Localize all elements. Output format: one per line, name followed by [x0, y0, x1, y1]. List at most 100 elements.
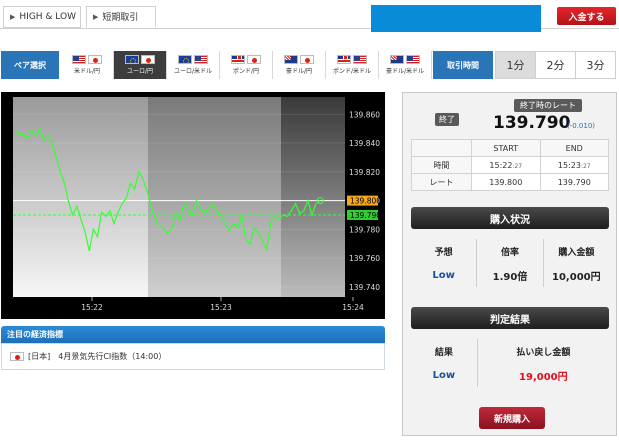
deposit-button[interactable]: 入金する [557, 7, 616, 25]
eu-flag-icon [125, 55, 139, 64]
pair-flags [72, 55, 102, 64]
jp-flag-icon [141, 55, 155, 64]
pair-label: 豪ドル/円 [285, 68, 313, 75]
pair-label: ポンド/米ドル [332, 68, 372, 75]
rate-row-label: レート [411, 173, 472, 191]
purchase-col-multiplier: 倍率 1.90倍 [477, 239, 544, 287]
time-row-label: 時間 [411, 156, 472, 174]
au-flag-icon [284, 55, 298, 64]
pair-label: ユーロ/米ドル [173, 68, 213, 75]
gb-flag-icon [337, 55, 351, 64]
gb-flag-icon [231, 55, 245, 64]
banner-area [371, 5, 541, 32]
pair-aud-jpy-button[interactable]: 豪ドル/円 [273, 51, 326, 79]
y-tick-label: 139.760 [349, 254, 380, 263]
purchase-status-grid: 予想 Low 倍率 1.90倍 購入金額 10,000円 [411, 239, 609, 287]
trade-result-panel: 終了 終了時のレート 139.790 (-0.010) START END 時間… [402, 92, 617, 436]
trade-time-label: 取引時間 [433, 51, 493, 79]
japan-flag-icon [10, 352, 24, 361]
pair-usd-jpy-button[interactable]: 米ドル/円 [61, 51, 114, 79]
pair-flags [337, 55, 367, 64]
chart-bg-past [13, 97, 148, 297]
payout-header: 払い戻し金額 [516, 347, 571, 358]
pair-aud-usd-button[interactable]: 豪ドル/米ドル [379, 51, 432, 79]
us-flag-icon [194, 55, 208, 64]
pair-flags [178, 55, 208, 64]
end-rate-tag-label: 139.790 [350, 211, 381, 220]
start-time-main: 15:22 [489, 160, 513, 170]
start-time: 15:22:27 [471, 156, 541, 174]
eu-flag-icon [178, 55, 192, 64]
pair-flags [231, 55, 261, 64]
end-rate: 139.790 [539, 173, 609, 191]
jp-flag-icon [88, 55, 102, 64]
pair-select-label: ペア選択 [1, 51, 59, 79]
tab-arrow-icon: ▶ [10, 13, 16, 21]
us-flag-icon [353, 55, 367, 64]
x-tick-label: 15:23 [210, 303, 232, 312]
time-1min-button[interactable]: 1分 [495, 51, 536, 79]
time-2min-button[interactable]: 2分 [535, 51, 576, 79]
pair-gbp-usd-button[interactable]: ポンド/米ドル [326, 51, 379, 79]
y-tick-label: 139.860 [349, 110, 380, 119]
tab-arrow-icon: ▶ [93, 12, 99, 21]
status-badge: 終了 [435, 113, 459, 126]
start-time-sec: :27 [512, 162, 523, 170]
amount-header: 購入金額 [558, 247, 595, 258]
purchase-status-header: 購入状況 [411, 207, 609, 229]
multiplier-header: 倍率 [500, 247, 519, 258]
table-corner [411, 139, 472, 157]
pair-flags [125, 55, 155, 64]
pair-label: 米ドル/円 [73, 68, 101, 75]
end-time-main: 15:23 [557, 160, 581, 170]
end-time-sec: :27 [580, 162, 591, 170]
chart-bg-future [281, 97, 345, 297]
result-col-outcome: 結果 Low [411, 339, 478, 387]
x-tick-label: 15:22 [81, 303, 103, 312]
y-tick-label: 139.780 [349, 225, 380, 234]
jp-flag-icon [247, 55, 261, 64]
rate-change: (-0.010) [567, 122, 596, 130]
pair-label: ポンド/円 [232, 68, 260, 75]
end-rate-label: 終了時のレート [514, 99, 582, 112]
us-flag-icon [72, 55, 86, 64]
y-tick-label: 139.740 [349, 283, 380, 292]
payout-value: 19,000円 [519, 371, 568, 383]
tab-high-low[interactable]: ▶ HIGH & LOW [3, 6, 81, 28]
us-flag-icon [406, 55, 420, 64]
au-flag-icon [390, 55, 404, 64]
forecast-header: 予想 [434, 247, 453, 258]
pair-gbp-jpy-button[interactable]: ポンド/円 [220, 51, 273, 79]
outcome-value: Low [432, 369, 456, 381]
multiplier-value: 1.90倍 [492, 271, 528, 283]
result-col-payout: 払い戻し金額 19,000円 [478, 339, 609, 387]
pair-flags [284, 55, 314, 64]
outcome-header: 結果 [434, 347, 453, 358]
price-chart: 139.860 139.840 139.820 139.800 139.780 139.7… [1, 92, 385, 319]
tab-label: 短期取引 [102, 13, 139, 23]
pair-select-bar: ペア選択 米ドル/円 ユーロ/円 ユーロ/米ドル ポンド/円 豪ドル/円 ポンド/米ドル 豪… [1, 51, 616, 79]
chart-bg-trade [148, 97, 281, 297]
time-3min-button[interactable]: 3分 [575, 51, 616, 79]
jp-flag-icon [300, 55, 314, 64]
pair-flags [390, 55, 420, 64]
pair-eur-jpy-button[interactable]: ユーロ/円 [114, 51, 167, 79]
price-chart-svg: 139.860 139.840 139.820 139.800 139.780 139.7… [13, 97, 381, 312]
amount-value: 10,000円 [552, 271, 601, 283]
econ-item[interactable]: [日本] 4月景気先行CI指数（14:00） [1, 343, 385, 370]
tab-short-term[interactable]: ▶ 短期取引 [86, 6, 156, 28]
start-header: START [471, 139, 541, 157]
pair-eur-usd-button[interactable]: ユーロ/米ドル [167, 51, 220, 79]
y-tick-label: 139.840 [349, 139, 380, 148]
time-rate-table: START END 時間 15:22:27 15:23:27 レート 139.8… [411, 139, 609, 191]
new-purchase-button[interactable]: 新規購入 [479, 407, 545, 429]
econ-text: 4月景気先行CI指数（14:00） [58, 352, 167, 361]
pair-label: 豪ドル/米ドル [385, 68, 425, 75]
start-rate: 139.800 [471, 173, 541, 191]
result-grid: 結果 Low 払い戻し金額 19,000円 [411, 339, 609, 387]
y-tick-label: 139.820 [349, 168, 380, 177]
tab-label: HIGH & LOW [19, 12, 76, 22]
forecast-value: Low [432, 269, 455, 281]
purchase-col-forecast: 予想 Low [411, 239, 478, 287]
end-header: END [539, 139, 609, 157]
